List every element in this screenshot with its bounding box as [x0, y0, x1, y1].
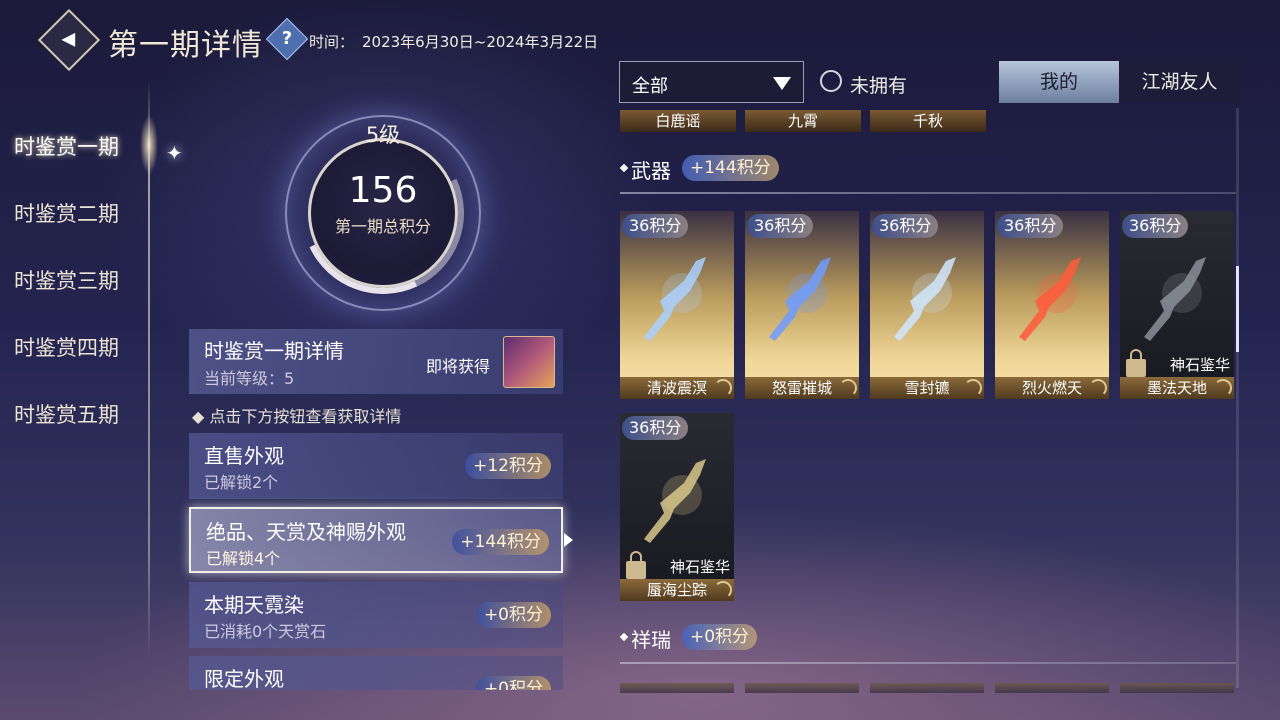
hint-text: ◆ 点击下方按钮查看获取详情 — [192, 407, 402, 426]
weapon-card[interactable]: 36积分 神石鉴华 墨法天地 — [1120, 211, 1234, 399]
weapon-card[interactable]: 36积分 烈火燃天 — [995, 211, 1109, 399]
category-sub: 已消耗0个天赏石 — [204, 622, 327, 641]
top-item-label: 九霄 — [787, 112, 818, 130]
top-item[interactable]: 九霄 — [745, 110, 861, 132]
tab-friends[interactable]: 江湖友人 — [1119, 61, 1240, 103]
level-text: 5级 — [365, 123, 401, 147]
card-points-badge: 36积分 — [1122, 214, 1189, 238]
section-divider — [620, 662, 1236, 664]
weapon-art-icon — [894, 257, 956, 341]
card-series-label: 神石鉴华 — [669, 558, 730, 576]
category-title: 绝品、天赏及神赐外观 — [206, 520, 406, 544]
weapon-art-icon — [769, 257, 831, 341]
auspicious-card-partial[interactable] — [620, 683, 734, 693]
section-points-auspicious: +0积分 — [682, 624, 758, 650]
time-range: 2023年6月30日~2024年3月22日 — [362, 33, 599, 51]
weapon-art-icon — [1019, 257, 1081, 341]
section-bullet-icon — [619, 632, 629, 642]
category-sub: 已解锁4个 — [206, 549, 281, 568]
auspicious-card-partial[interactable] — [745, 683, 859, 693]
next-reward-thumbnail[interactable] — [503, 336, 555, 388]
nav-star-icon: ✦ — [166, 141, 183, 165]
nav-item-period-5[interactable]: 时鉴赏五期 — [14, 399, 119, 429]
top-item[interactable]: 白鹿谣 — [620, 110, 736, 132]
section-divider — [620, 192, 1236, 194]
nav-active-glow — [140, 115, 158, 175]
current-level: 当前等级：5 — [204, 369, 295, 388]
nav-item-period-3[interactable]: 时鉴赏三期 — [14, 265, 119, 295]
category-title: 限定外观 — [204, 667, 284, 690]
category-points: +0积分 — [475, 602, 551, 628]
card-corner-icon — [964, 379, 982, 397]
category-direct-sale[interactable]: 直售外观 已解锁2个 +12积分 — [189, 433, 563, 499]
weapon-art-icon — [644, 257, 706, 341]
unowned-label[interactable]: 未拥有 — [850, 71, 907, 98]
time-label: 时间： — [309, 33, 355, 51]
coming-soon-label: 即将获得 — [426, 357, 491, 376]
category-points: +144积分 — [452, 529, 549, 555]
scrollbar-thumb[interactable] — [1236, 266, 1239, 352]
card-points-badge: 36积分 — [622, 416, 689, 440]
filter-value: 全部 — [632, 76, 668, 97]
scrollbar-track[interactable] — [1236, 108, 1239, 688]
total-score-label: 第一期总积分 — [334, 217, 431, 236]
lock-icon — [626, 551, 646, 579]
top-item[interactable]: 千秋 — [870, 110, 986, 132]
section-points-weapons: +144积分 — [682, 155, 779, 181]
total-score: 156 — [348, 170, 418, 211]
active-pointer-icon — [564, 533, 573, 547]
unowned-radio[interactable] — [820, 70, 842, 92]
category-title: 本期天霓染 — [204, 593, 304, 617]
section-bullet-icon — [619, 163, 629, 173]
section-title-weapons: 武器 — [631, 159, 671, 183]
category-premium[interactable]: 绝品、天赏及神赐外观 已解锁4个 +144积分 — [189, 507, 563, 573]
card-series-label: 神石鉴华 — [1169, 356, 1230, 374]
back-arrow-icon: ◀ — [61, 28, 76, 50]
auspicious-card-partial[interactable] — [1120, 683, 1234, 693]
filter-dropdown[interactable]: 全部 — [619, 61, 804, 103]
card-points-badge: 36积分 — [747, 214, 814, 238]
card-corner-icon — [1214, 379, 1232, 397]
nav-item-period-1[interactable]: 时鉴赏一期 — [14, 131, 119, 161]
back-button[interactable]: ◀ — [37, 8, 101, 72]
page-title: 第一期详情 — [108, 28, 263, 63]
category-points: +0积分 — [475, 676, 551, 690]
card-points-badge: 36积分 — [622, 214, 689, 238]
nav-item-period-2[interactable]: 时鉴赏二期 — [14, 198, 119, 228]
weapon-card[interactable]: 36积分 雪封镳 — [870, 211, 984, 399]
category-dye[interactable]: 本期天霓染 已消耗0个天赏石 +0积分 — [189, 582, 563, 648]
question-icon: ? — [281, 28, 293, 49]
weapon-card[interactable]: 36积分 怒雷摧城 — [745, 211, 859, 399]
top-item-label: 千秋 — [912, 112, 943, 130]
category-title: 直售外观 — [204, 444, 284, 468]
card-corner-icon — [714, 379, 732, 397]
category-sub: 已解锁2个 — [204, 473, 279, 492]
tab-mine[interactable]: 我的 — [999, 61, 1119, 103]
chevron-down-icon — [773, 77, 791, 90]
nav-item-period-4[interactable]: 时鉴赏四期 — [14, 332, 119, 362]
card-corner-icon — [1089, 379, 1107, 397]
card-points-badge: 36积分 — [997, 214, 1064, 238]
top-item-label: 白鹿谣 — [655, 112, 701, 130]
card-points-badge: 36积分 — [872, 214, 939, 238]
section-title-auspicious: 祥瑞 — [631, 628, 671, 652]
weapon-card[interactable]: 36积分 神石鉴华 蜃海尘踪 — [620, 413, 734, 601]
help-button[interactable]: ? — [265, 17, 309, 61]
lock-icon — [1126, 349, 1146, 377]
weapon-art-icon — [1144, 257, 1206, 341]
auspicious-card-partial[interactable] — [870, 683, 984, 693]
auspicious-card-partial[interactable] — [995, 683, 1109, 693]
period-detail-title: 时鉴赏一期详情 — [204, 339, 344, 363]
weapon-art-icon — [644, 459, 706, 543]
category-limited[interactable]: 限定外观 +0积分 — [189, 656, 563, 690]
weapon-card[interactable]: 36积分 清波震溟 — [620, 211, 734, 399]
category-points: +12积分 — [465, 453, 551, 479]
card-corner-icon — [839, 379, 857, 397]
card-corner-icon — [714, 581, 732, 599]
